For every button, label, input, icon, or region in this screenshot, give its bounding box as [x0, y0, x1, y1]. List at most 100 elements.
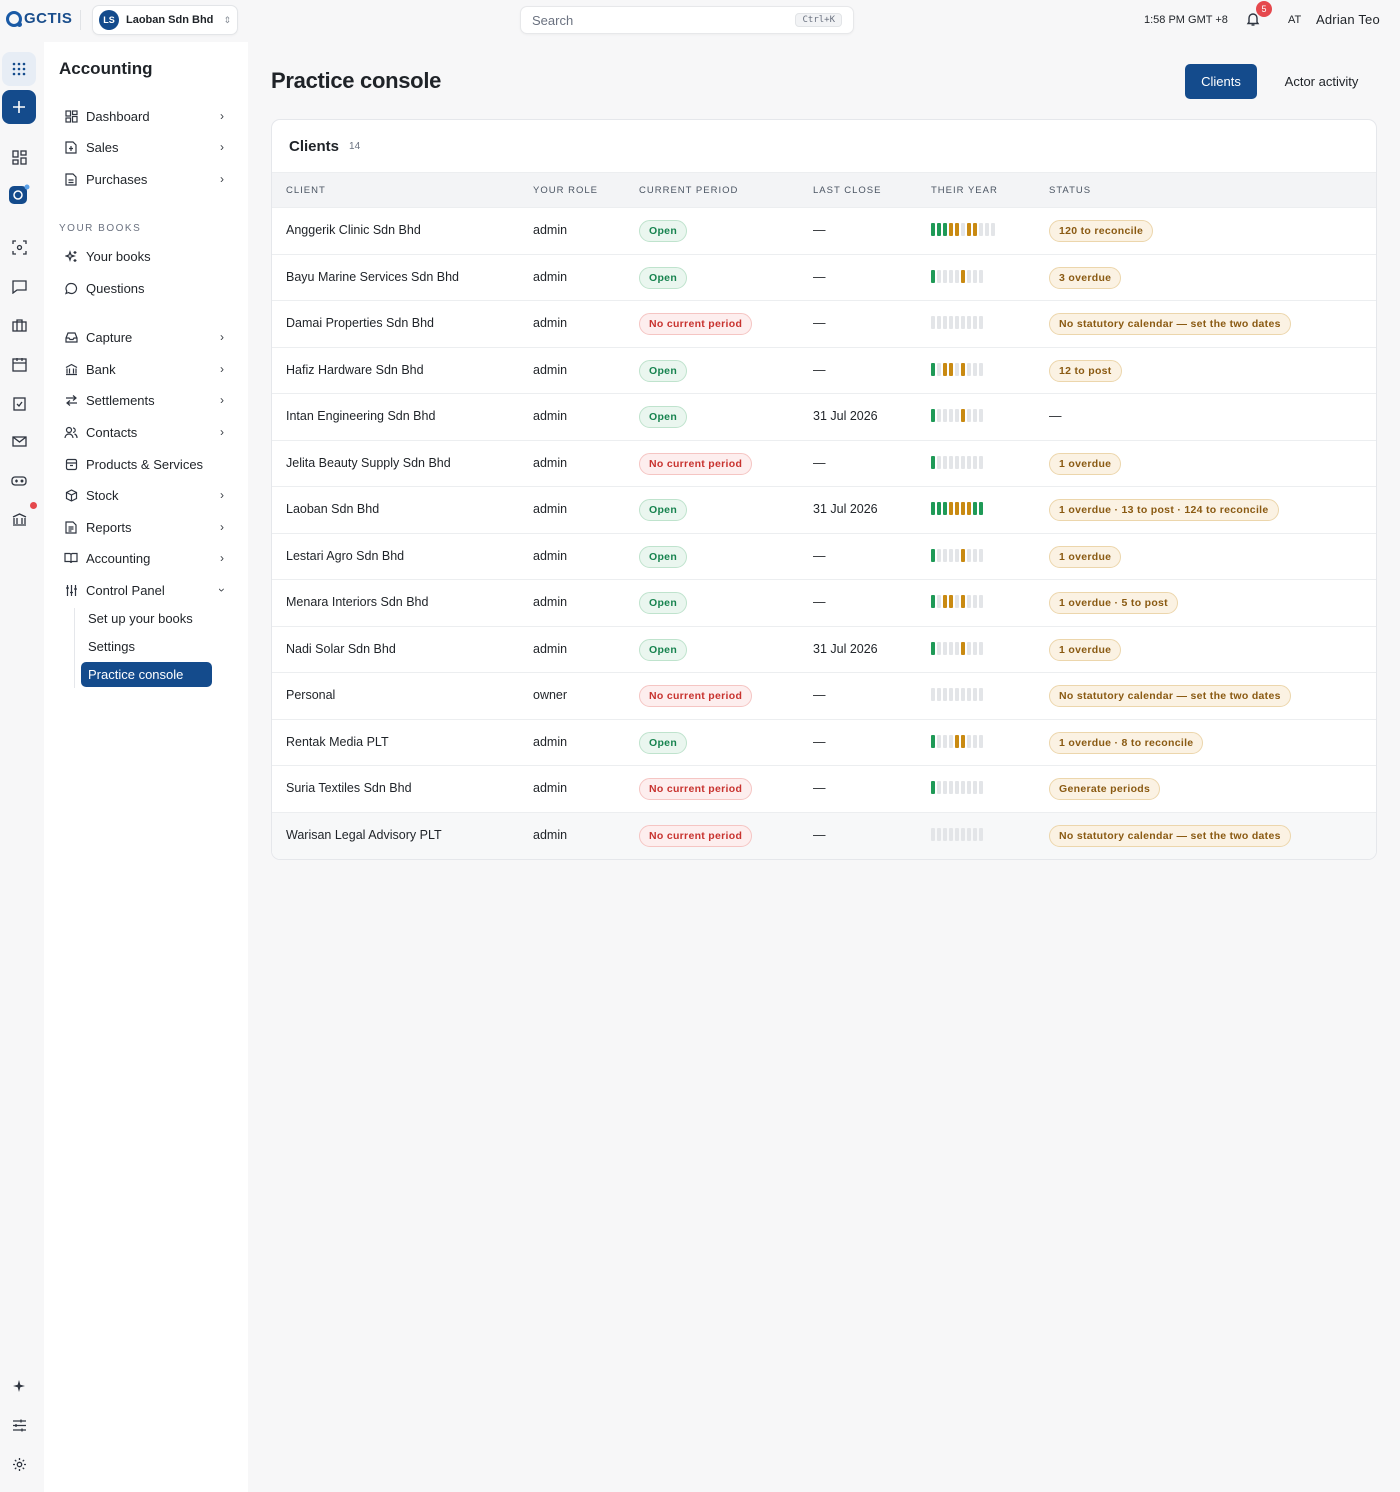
tab-clients[interactable]: Clients [1185, 64, 1257, 99]
year-month-bar [961, 734, 965, 748]
sidebar-item-accounting[interactable]: Accounting › [64, 546, 224, 570]
column-header-period[interactable]: CURRENT PERIOD [639, 185, 738, 196]
year-month-bar [949, 409, 953, 422]
table-row[interactable]: Personal owner No current period — No statut… [272, 673, 1376, 720]
client-name[interactable]: Personal [286, 688, 335, 702]
year-month-bar [979, 641, 983, 655]
sidebar-item-capture[interactable]: Capture › [64, 325, 224, 349]
clipboard-check-icon[interactable] [2, 386, 36, 420]
client-name[interactable]: Menara Interiors Sdn Bhd [286, 595, 428, 609]
column-header-role[interactable]: YOUR ROLE [533, 185, 598, 196]
gamepad-icon[interactable] [2, 463, 36, 497]
table-row[interactable]: Hafiz Hardware Sdn Bhd admin Open — 12 to po… [272, 348, 1376, 394]
status-badge[interactable]: 120 to reconcile [1049, 220, 1154, 242]
apps-grid-icon[interactable] [2, 52, 36, 86]
bank-rail-icon[interactable] [2, 502, 36, 536]
sidebar-item-your-books[interactable]: Your books [64, 244, 224, 268]
table-row[interactable]: Anggerik Clinic Sdn Bhd admin Open — 120 to … [272, 208, 1376, 255]
sidebar-item-reports[interactable]: Reports › [64, 515, 224, 539]
client-name[interactable]: Bayu Marine Services Sdn Bhd [286, 270, 459, 284]
your-role: admin [533, 548, 568, 563]
status-badge[interactable]: 3 overdue [1049, 266, 1122, 289]
plus-icon[interactable] [2, 90, 36, 124]
client-name[interactable]: Hafiz Hardware Sdn Bhd [286, 363, 424, 377]
your-role: admin [533, 734, 568, 749]
table-row[interactable]: Jelita Beauty Supply Sdn Bhd admin No curr… [272, 441, 1376, 487]
sidebar-item-stock[interactable]: Stock › [64, 483, 224, 507]
table-row[interactable]: Suria Textiles Sdn Bhd admin No current pe… [272, 766, 1376, 813]
year-month-bar [931, 688, 935, 701]
status-badge[interactable]: No statutory calendar — set the two date… [1049, 824, 1291, 847]
calendar-icon[interactable] [2, 347, 36, 381]
sidebar-item-questions[interactable]: Questions [64, 276, 224, 300]
sidebar-item-purchases[interactable]: Purchases › [64, 167, 224, 191]
client-name[interactable]: Intan Engineering Sdn Bhd [286, 409, 435, 423]
status-badge[interactable]: 12 to post [1049, 359, 1122, 382]
status-badge[interactable]: 1 overdue [1049, 452, 1122, 475]
table-row[interactable]: Menara Interiors Sdn Bhd admin Open — 1 over… [272, 580, 1376, 627]
assistant-icon[interactable] [2, 178, 36, 212]
year-month-bar [931, 595, 935, 608]
sidebar-item-bank[interactable]: Bank › [64, 357, 224, 381]
sidebar-item-products-services[interactable]: Products & Services [64, 452, 224, 476]
table-row[interactable]: Warisan Legal Advisory PLT admin No curren… [272, 812, 1376, 859]
client-name[interactable]: Jelita Beauty Supply Sdn Bhd [286, 456, 451, 470]
status-badge[interactable]: No statutory calendar — set the two date… [1049, 313, 1291, 335]
table-row[interactable]: Intan Engineering Sdn Bhd admin Open 31 Jul… [272, 394, 1376, 441]
status-badge[interactable]: 1 overdue · 8 to reconcile [1049, 731, 1204, 754]
status-badge[interactable]: 1 overdue [1049, 545, 1122, 568]
user-initials[interactable]: AT [1288, 14, 1301, 26]
briefcase-icon[interactable] [2, 308, 36, 342]
filters-icon[interactable] [2, 1408, 36, 1442]
client-name[interactable]: Laoban Sdn Bhd [286, 502, 379, 516]
table-row[interactable]: Lestari Agro Sdn Bhd admin Open — 1 overdue [272, 534, 1376, 580]
sidebar-item-settlements[interactable]: Settlements › [64, 388, 224, 412]
client-name[interactable]: Suria Textiles Sdn Bhd [286, 781, 412, 795]
settings-gear-icon[interactable] [2, 1447, 36, 1481]
box-icon [64, 488, 78, 502]
message-icon[interactable] [2, 269, 36, 303]
column-header-status[interactable]: STATUS [1049, 185, 1091, 196]
table-row[interactable]: Bayu Marine Services Sdn Bhd admin Open — 3 … [272, 255, 1376, 301]
scan-icon[interactable] [2, 230, 36, 264]
dashboard-rail-icon[interactable] [2, 140, 36, 174]
client-name[interactable]: Warisan Legal Advisory PLT [286, 828, 442, 842]
year-month-bar [943, 362, 947, 376]
client-name[interactable]: Rentak Media PLT [286, 735, 389, 749]
sidebar-subitem-settings[interactable]: Settings [88, 639, 135, 654]
sparkles-icon [64, 249, 78, 263]
tab-actor-activity[interactable]: Actor activity [1270, 64, 1373, 99]
chevron-right-icon: › [220, 520, 224, 534]
sidebar-item-sales[interactable]: Sales › [64, 135, 224, 159]
table-row[interactable]: Damai Properties Sdn Bhd admin No current … [272, 301, 1376, 348]
status-badge[interactable]: 1 overdue · 5 to post [1049, 592, 1178, 614]
your-role: admin [533, 316, 568, 330]
table-row[interactable]: Laoban Sdn Bhd admin Open 31 Jul 2026 1 over… [272, 487, 1376, 534]
year-month-bar [979, 316, 983, 329]
sidebar-subitem-practice-console[interactable]: Practice console [81, 662, 212, 687]
user-name[interactable]: Adrian Teo [1316, 12, 1380, 27]
your-role: owner [533, 688, 568, 702]
client-name[interactable]: Lestari Agro Sdn Bhd [286, 549, 404, 563]
status-badge[interactable]: Generate periods [1049, 778, 1161, 800]
sidebar-subitem-set-up-books[interactable]: Set up your books [88, 611, 193, 626]
sidebar-item-control-panel[interactable]: Control Panel › [64, 578, 229, 602]
status-badge[interactable]: No statutory calendar — set the two date… [1049, 685, 1291, 707]
column-header-last-close[interactable]: LAST CLOSE [813, 185, 881, 196]
sparkle-icon[interactable] [2, 1369, 36, 1403]
app-logo[interactable]: GCTIS [6, 10, 72, 27]
status-badge[interactable]: 1 overdue · 13 to post · 124 to reconcil… [1049, 499, 1279, 521]
search-input[interactable]: Search Ctrl+K [520, 6, 854, 34]
client-name[interactable]: Nadi Solar Sdn Bhd [286, 642, 396, 656]
organization-switcher[interactable]: LS Laoban Sdn Bhd ⇕ [92, 5, 238, 35]
table-row[interactable]: Nadi Solar Sdn Bhd admin Open 31 Jul 2026 1 … [272, 627, 1376, 673]
table-row[interactable]: Rentak Media PLT admin Open — 1 overdue · 8 … [272, 720, 1376, 766]
column-header-their-year[interactable]: THEIR YEAR [931, 185, 998, 196]
sidebar-item-contacts[interactable]: Contacts › [64, 420, 224, 444]
client-name[interactable]: Damai Properties Sdn Bhd [286, 316, 434, 330]
mail-icon[interactable] [2, 424, 36, 458]
column-header-client[interactable]: CLIENT [286, 185, 326, 196]
sidebar-item-dashboard[interactable]: Dashboard › [64, 104, 224, 128]
client-name[interactable]: Anggerik Clinic Sdn Bhd [286, 223, 421, 237]
status-badge[interactable]: 1 overdue [1049, 638, 1122, 661]
